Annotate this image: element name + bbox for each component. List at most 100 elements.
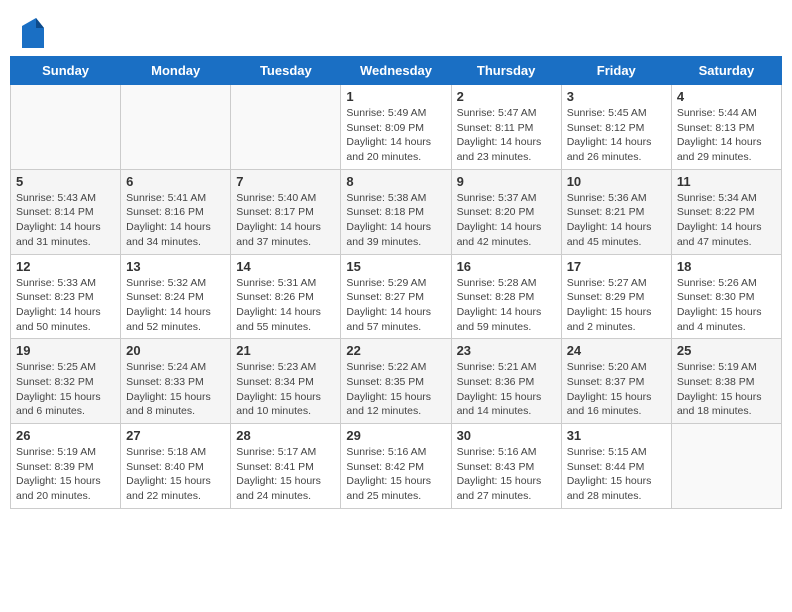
day-info: Sunrise: 5:28 AM Sunset: 8:28 PM Dayligh… — [457, 276, 556, 335]
calendar-cell: 23 Sunrise: 5:21 AM Sunset: 8:36 PM Dayli… — [451, 339, 561, 424]
calendar-cell: 8 Sunrise: 5:38 AM Sunset: 8:18 PM Daylig… — [341, 169, 451, 254]
weekday-header-tuesday: Tuesday — [231, 57, 341, 85]
day-number: 12 — [16, 259, 115, 274]
calendar-cell: 17Sunrise: 5:27 AM Sunset: 8:29 PM Dayli… — [561, 254, 671, 339]
calendar-week-row: 26 Sunrise: 5:19 AM Sunset: 8:39 PM Dayli… — [11, 424, 782, 509]
calendar-cell: 20 Sunrise: 5:24 AM Sunset: 8:33 PM Dayli… — [121, 339, 231, 424]
day-info: Sunrise: 5:22 AM Sunset: 8:35 PM Dayligh… — [346, 360, 445, 419]
day-info: Sunrise: 5:19 AM Sunset: 8:38 PM Dayligh… — [677, 360, 776, 419]
calendar-cell — [231, 85, 341, 170]
day-info: Sunrise: 5:47 AM Sunset: 8:11 PM Dayligh… — [457, 106, 556, 165]
calendar-cell: 18 Sunrise: 5:26 AM Sunset: 8:30 PM Dayli… — [671, 254, 781, 339]
calendar-cell: 28 Sunrise: 5:17 AM Sunset: 8:41 PM Dayli… — [231, 424, 341, 509]
day-number: 31 — [567, 428, 666, 443]
calendar-cell: 5 Sunrise: 5:43 AM Sunset: 8:14 PM Daylig… — [11, 169, 121, 254]
calendar-cell: 9 Sunrise: 5:37 AM Sunset: 8:20 PM Daylig… — [451, 169, 561, 254]
day-number: 15 — [346, 259, 445, 274]
logo — [22, 18, 48, 48]
weekday-header-friday: Friday — [561, 57, 671, 85]
calendar-cell: 3 Sunrise: 5:45 AM Sunset: 8:12 PM Daylig… — [561, 85, 671, 170]
day-number: 22 — [346, 343, 445, 358]
weekday-header-row: SundayMondayTuesdayWednesdayThursdayFrid… — [11, 57, 782, 85]
calendar-cell: 26 Sunrise: 5:19 AM Sunset: 8:39 PM Dayli… — [11, 424, 121, 509]
day-number: 11 — [677, 174, 776, 189]
calendar-cell: 27Sunrise: 5:18 AM Sunset: 8:40 PM Dayli… — [121, 424, 231, 509]
day-info: Sunrise: 5:19 AM Sunset: 8:39 PM Dayligh… — [16, 445, 115, 504]
calendar-cell: 11 Sunrise: 5:34 AM Sunset: 8:22 PM Dayli… — [671, 169, 781, 254]
day-info: Sunrise: 5:43 AM Sunset: 8:14 PM Dayligh… — [16, 191, 115, 250]
day-number: 13 — [126, 259, 225, 274]
weekday-header-wednesday: Wednesday — [341, 57, 451, 85]
day-info: Sunrise: 5:37 AM Sunset: 8:20 PM Dayligh… — [457, 191, 556, 250]
calendar-cell: 24 Sunrise: 5:20 AM Sunset: 8:37 PM Dayli… — [561, 339, 671, 424]
day-info: Sunrise: 5:20 AM Sunset: 8:37 PM Dayligh… — [567, 360, 666, 419]
calendar-cell: 30 Sunrise: 5:16 AM Sunset: 8:43 PM Dayli… — [451, 424, 561, 509]
day-info: Sunrise: 5:25 AM Sunset: 8:32 PM Dayligh… — [16, 360, 115, 419]
calendar-cell: 2 Sunrise: 5:47 AM Sunset: 8:11 PM Daylig… — [451, 85, 561, 170]
day-info: Sunrise: 5:17 AM Sunset: 8:41 PM Dayligh… — [236, 445, 335, 504]
calendar-cell — [671, 424, 781, 509]
day-number: 16 — [457, 259, 556, 274]
calendar-cell: 10 Sunrise: 5:36 AM Sunset: 8:21 PM Dayli… — [561, 169, 671, 254]
calendar-cell: 12 Sunrise: 5:33 AM Sunset: 8:23 PM Dayli… — [11, 254, 121, 339]
calendar-cell — [121, 85, 231, 170]
calendar-cell: 29 Sunrise: 5:16 AM Sunset: 8:42 PM Dayli… — [341, 424, 451, 509]
day-number: 9 — [457, 174, 556, 189]
day-number: 6 — [126, 174, 225, 189]
day-info: Sunrise: 5:44 AM Sunset: 8:13 PM Dayligh… — [677, 106, 776, 165]
day-number: 3 — [567, 89, 666, 104]
day-info: Sunrise: 5:15 AM Sunset: 8:44 PM Dayligh… — [567, 445, 666, 504]
day-info: Sunrise: 5:29 AM Sunset: 8:27 PM Dayligh… — [346, 276, 445, 335]
day-info: Sunrise: 5:38 AM Sunset: 8:18 PM Dayligh… — [346, 191, 445, 250]
day-number: 8 — [346, 174, 445, 189]
day-number: 19 — [16, 343, 115, 358]
day-info: Sunrise: 5:27 AM Sunset: 8:29 PM Dayligh… — [567, 276, 666, 335]
calendar-week-row: 12 Sunrise: 5:33 AM Sunset: 8:23 PM Dayli… — [11, 254, 782, 339]
day-info: Sunrise: 5:24 AM Sunset: 8:33 PM Dayligh… — [126, 360, 225, 419]
weekday-header-thursday: Thursday — [451, 57, 561, 85]
day-number: 30 — [457, 428, 556, 443]
day-info: Sunrise: 5:40 AM Sunset: 8:17 PM Dayligh… — [236, 191, 335, 250]
calendar-cell: 15 Sunrise: 5:29 AM Sunset: 8:27 PM Dayli… — [341, 254, 451, 339]
calendar-cell: 1Sunrise: 5:49 AM Sunset: 8:09 PM Daylig… — [341, 85, 451, 170]
day-number: 18 — [677, 259, 776, 274]
calendar-cell: 31 Sunrise: 5:15 AM Sunset: 8:44 PM Dayli… — [561, 424, 671, 509]
day-number: 24 — [567, 343, 666, 358]
day-info: Sunrise: 5:32 AM Sunset: 8:24 PM Dayligh… — [126, 276, 225, 335]
calendar-cell: 4 Sunrise: 5:44 AM Sunset: 8:13 PM Daylig… — [671, 85, 781, 170]
calendar-cell: 6 Sunrise: 5:41 AM Sunset: 8:16 PM Daylig… — [121, 169, 231, 254]
day-number: 4 — [677, 89, 776, 104]
day-number: 26 — [16, 428, 115, 443]
day-info: Sunrise: 5:34 AM Sunset: 8:22 PM Dayligh… — [677, 191, 776, 250]
day-info: Sunrise: 5:16 AM Sunset: 8:42 PM Dayligh… — [346, 445, 445, 504]
day-number: 20 — [126, 343, 225, 358]
day-info: Sunrise: 5:33 AM Sunset: 8:23 PM Dayligh… — [16, 276, 115, 335]
day-info: Sunrise: 5:31 AM Sunset: 8:26 PM Dayligh… — [236, 276, 335, 335]
day-info: Sunrise: 5:16 AM Sunset: 8:43 PM Dayligh… — [457, 445, 556, 504]
logo-icon — [22, 18, 44, 48]
day-number: 21 — [236, 343, 335, 358]
day-number: 10 — [567, 174, 666, 189]
day-number: 28 — [236, 428, 335, 443]
calendar-cell: 16 Sunrise: 5:28 AM Sunset: 8:28 PM Dayli… — [451, 254, 561, 339]
page-header — [10, 10, 782, 52]
day-info: Sunrise: 5:26 AM Sunset: 8:30 PM Dayligh… — [677, 276, 776, 335]
day-number: 27 — [126, 428, 225, 443]
calendar-cell: 21Sunrise: 5:23 AM Sunset: 8:34 PM Dayli… — [231, 339, 341, 424]
day-info: Sunrise: 5:45 AM Sunset: 8:12 PM Dayligh… — [567, 106, 666, 165]
calendar-week-row: 1Sunrise: 5:49 AM Sunset: 8:09 PM Daylig… — [11, 85, 782, 170]
day-number: 2 — [457, 89, 556, 104]
day-number: 25 — [677, 343, 776, 358]
weekday-header-monday: Monday — [121, 57, 231, 85]
day-number: 5 — [16, 174, 115, 189]
day-info: Sunrise: 5:49 AM Sunset: 8:09 PM Dayligh… — [346, 106, 445, 165]
calendar-week-row: 5 Sunrise: 5:43 AM Sunset: 8:14 PM Daylig… — [11, 169, 782, 254]
day-number: 29 — [346, 428, 445, 443]
calendar-cell: 19 Sunrise: 5:25 AM Sunset: 8:32 PM Dayli… — [11, 339, 121, 424]
day-info: Sunrise: 5:36 AM Sunset: 8:21 PM Dayligh… — [567, 191, 666, 250]
day-info: Sunrise: 5:21 AM Sunset: 8:36 PM Dayligh… — [457, 360, 556, 419]
day-number: 23 — [457, 343, 556, 358]
weekday-header-saturday: Saturday — [671, 57, 781, 85]
day-info: Sunrise: 5:41 AM Sunset: 8:16 PM Dayligh… — [126, 191, 225, 250]
calendar-cell: 14Sunrise: 5:31 AM Sunset: 8:26 PM Dayli… — [231, 254, 341, 339]
